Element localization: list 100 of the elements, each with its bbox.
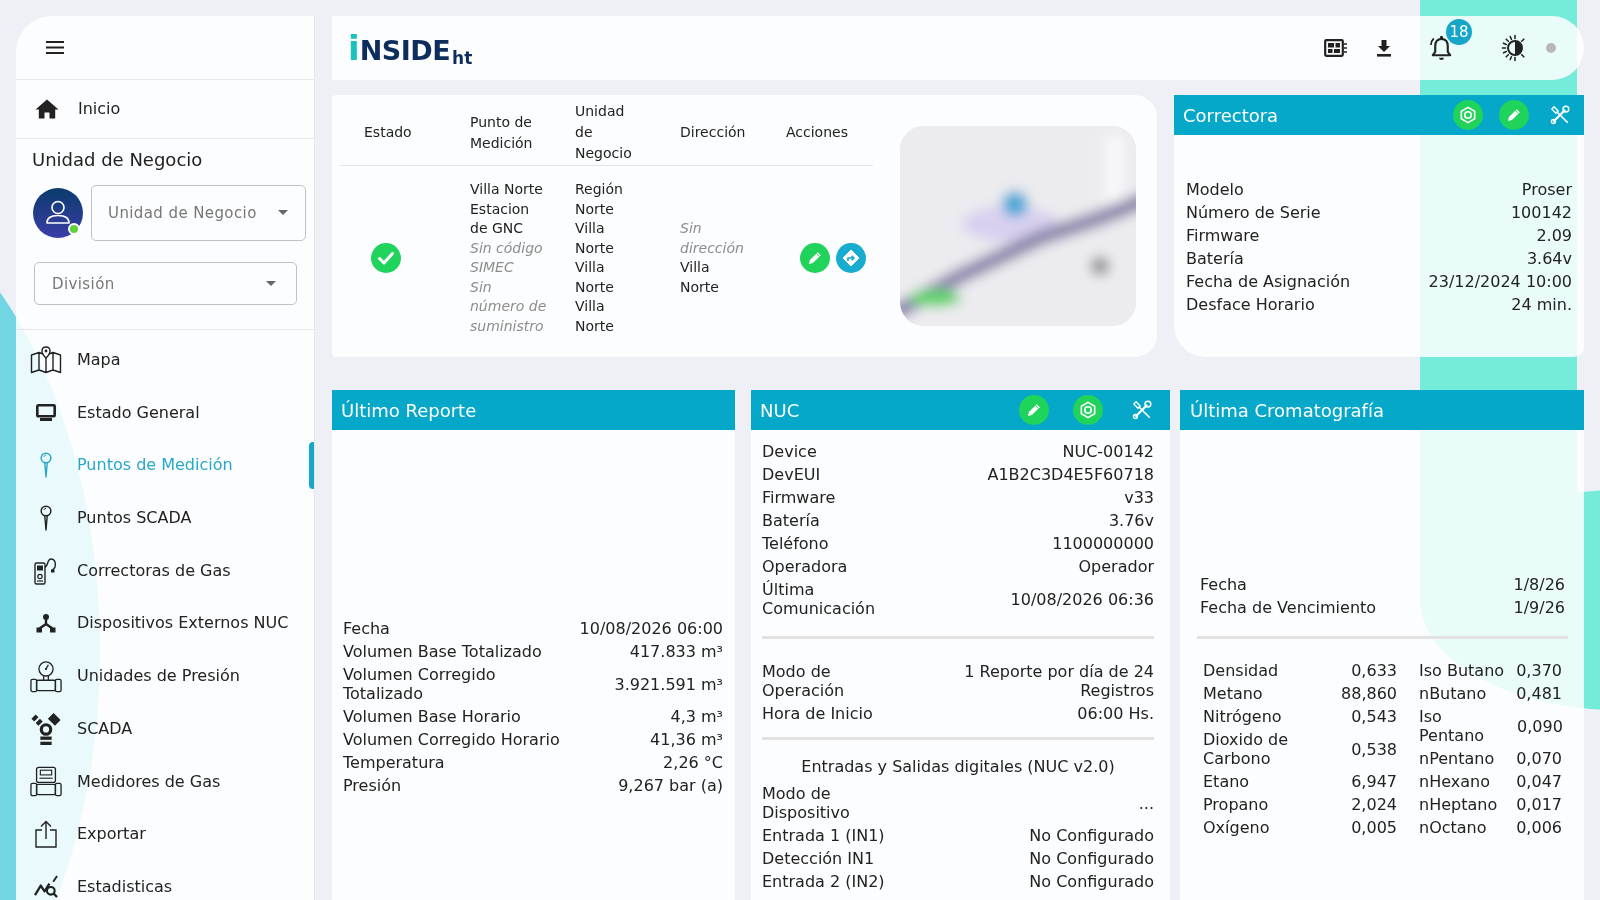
cell-text: Sin código SIMEC (470, 238, 544, 277)
field-value: 3.921.591 m³ (614, 674, 723, 694)
nav-item[interactable]: Inicio (16, 80, 314, 139)
nav-item[interactable]: Dispositivos Externos NUC (16, 610, 308, 637)
caret-icon (266, 281, 276, 286)
field-value: 100142 (1510, 203, 1572, 222)
edit-button[interactable] (1499, 100, 1529, 130)
field-value: 0,070 (1516, 749, 1562, 768)
field-label: Device (762, 442, 817, 461)
field-value: 10/08/2026 06:00 (579, 619, 723, 638)
field-label: Etano (1203, 772, 1250, 791)
field-value: 0,543 (1351, 707, 1397, 726)
field-label: Volumen Base Horario (343, 707, 521, 726)
contrast-icon[interactable] (1501, 34, 1526, 62)
network-nodes-icon (36, 613, 56, 634)
field-label: Modo de Dispositivo (762, 784, 851, 822)
division-select[interactable]: División (34, 262, 297, 305)
field-label: nButano (1419, 684, 1487, 703)
status-dot-icon (1546, 43, 1556, 53)
field-label: nHexano (1419, 772, 1490, 791)
pressure-gauge-icon (30, 659, 62, 693)
field-value: 0,005 (1351, 818, 1397, 837)
card-title: Correctora (1183, 103, 1279, 128)
nav-item[interactable]: Medidores de Gas (16, 768, 308, 795)
menu-icon[interactable] (46, 41, 64, 54)
nav-item[interactable]: Estadisticas (16, 873, 308, 900)
cell-text: Región Norte (575, 180, 624, 219)
field-value: 24 min. (1511, 295, 1572, 314)
field-value: No Configurado (1029, 826, 1154, 845)
field-value: NUC-00142 (1062, 442, 1154, 461)
nav-item[interactable]: Mapa (16, 347, 308, 373)
nav-item[interactable]: Unidades de Presión (16, 663, 308, 690)
edit-button[interactable] (800, 243, 830, 273)
field-label: Desface Horario (1186, 295, 1315, 314)
field-value: 0,090 (1517, 716, 1562, 736)
pencil-icon (807, 250, 823, 266)
directions-icon (842, 249, 860, 267)
column-header: Estado (364, 123, 412, 143)
field-value: 0,538 (1351, 739, 1397, 759)
field-value: ... (1138, 793, 1154, 813)
grid-icon[interactable] (1324, 39, 1347, 57)
field-value: 1 Reporte por día de 24 Registros (963, 662, 1154, 700)
field-value: A1B2C3D4E5F60718 (987, 465, 1154, 484)
nav-item[interactable]: Correctoras de Gas (16, 557, 308, 584)
edit-button[interactable] (1019, 395, 1049, 425)
nav-item[interactable]: Puntos SCADA (16, 505, 308, 532)
field-label: Metano (1203, 684, 1263, 703)
field-label: Iso Butano (1419, 661, 1505, 680)
gas-meter-icon (30, 766, 62, 797)
field-label: Fecha (1200, 575, 1247, 594)
column-header: Dirección (680, 123, 746, 143)
field-value: 2.09 (1536, 226, 1572, 245)
field-label: Número de Serie (1186, 203, 1321, 222)
nav-item[interactable]: SCADA (16, 715, 308, 742)
field-label: Volumen Corregido Horario (343, 730, 560, 749)
card-title: Última Cromatografía (1190, 398, 1384, 423)
directions-button[interactable] (836, 243, 866, 273)
section-title: Entradas y Salidas digitales (NUC v2.0) (801, 756, 1115, 778)
monitor-icon (36, 404, 56, 422)
field-label: Volumen Corregido Totalizado (343, 665, 497, 703)
card-title: Último Reporte (341, 398, 477, 423)
field-value: 2,024 (1351, 795, 1397, 814)
field-value: 06:00 Hs. (1077, 704, 1154, 723)
field-value: 41,36 m³ (650, 730, 723, 749)
tools-icon[interactable] (1132, 400, 1152, 420)
nut-button[interactable] (1453, 100, 1483, 130)
field-value: 4,3 m³ (670, 707, 723, 726)
field-value: 1/8/26 (1513, 575, 1565, 594)
field-label: Fecha de Vencimiento (1200, 598, 1377, 617)
map-icon (30, 346, 62, 374)
field-label: Última Comunicación (762, 580, 877, 618)
field-value: 6,947 (1351, 772, 1397, 791)
tools-icon[interactable] (1550, 105, 1570, 125)
field-value: 1100000000 (1052, 534, 1154, 553)
field-value: 9,267 bar (a) (618, 776, 723, 795)
business-unit-select[interactable]: Unidad de Negocio (91, 185, 306, 241)
field-label: DevEUI (762, 465, 821, 484)
field-value: No Configurado (1029, 872, 1154, 891)
field-label: Operadora (762, 557, 848, 576)
field-value: 0,633 (1351, 661, 1397, 680)
nut-icon (1459, 106, 1477, 124)
notification-badge: 18 (1446, 19, 1472, 45)
pin-icon (40, 505, 52, 532)
download-icon[interactable] (1375, 39, 1393, 57)
field-label: Modo de Operación (762, 662, 846, 700)
nut-icon (1079, 401, 1097, 419)
field-label: nHeptano (1419, 795, 1498, 814)
field-label: nOctano (1419, 818, 1487, 837)
column-header: Unidad de Negocio (575, 102, 633, 163)
field-value: 10/08/2026 06:36 (1010, 589, 1154, 609)
field-label: Oxígeno (1203, 818, 1270, 837)
field-label: Teléfono (762, 534, 829, 553)
upload-icon (35, 820, 57, 849)
nav-item[interactable]: Exportar (16, 821, 308, 848)
field-value: Proser (1521, 180, 1572, 199)
nut-button[interactable] (1073, 395, 1103, 425)
ring-diamond-symbol-icon (30, 711, 62, 746)
pencil-icon (1506, 107, 1522, 123)
nav-item[interactable]: Estado General (16, 399, 308, 426)
pencil-icon (1026, 402, 1042, 418)
